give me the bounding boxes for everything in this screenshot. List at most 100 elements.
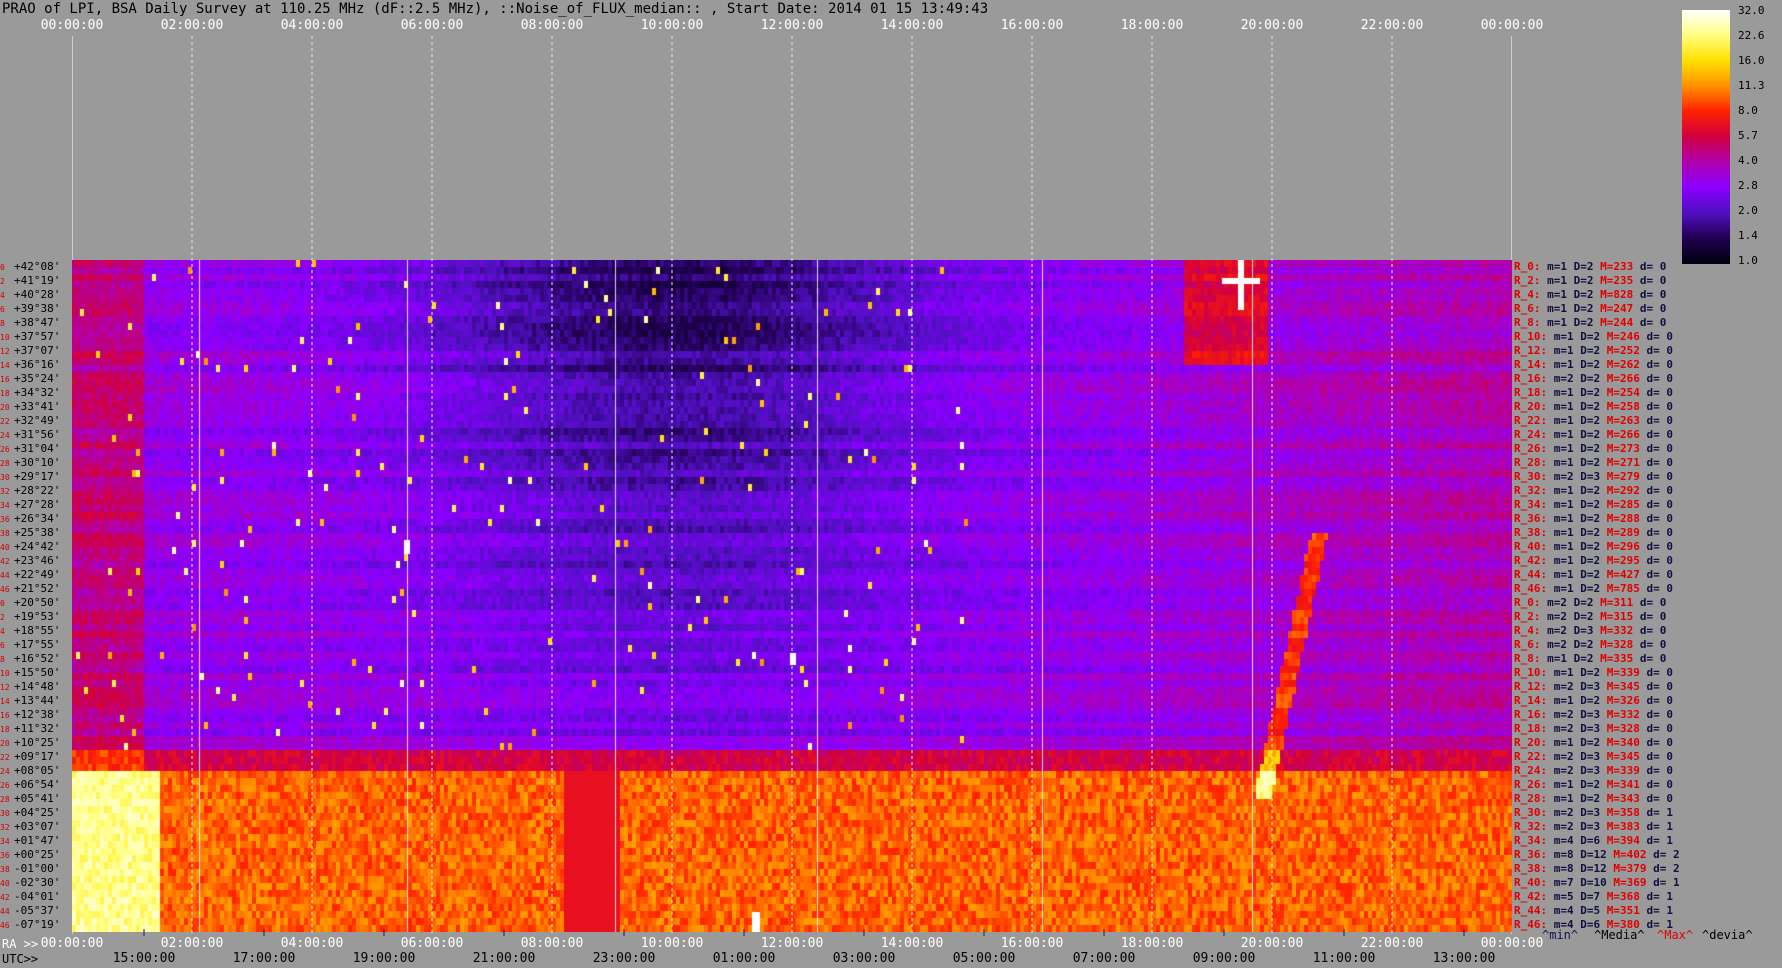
stat-row-name: R_42: — [1514, 554, 1548, 567]
stat-max: M=358 — [1606, 806, 1640, 819]
row-index: 12 — [0, 683, 10, 692]
row-index: 26 — [0, 445, 10, 454]
stat-max: M=233 — [1600, 260, 1634, 273]
colorbar-tick: 22.6 — [1738, 29, 1765, 42]
declination-label: 44 -05°37' — [0, 904, 72, 918]
declination-label: 12 +14°48' — [0, 680, 72, 694]
stat-max: M=335 — [1600, 652, 1634, 665]
colorbar-tick: 2.0 — [1738, 204, 1758, 217]
row-stat: R_44: m=4 D=5 M=351 d= 1 — [1514, 904, 1673, 918]
stat-min-median: m=1 D=2 — [1553, 526, 1601, 539]
row-index: 32 — [0, 487, 10, 496]
declination-label: 32 +28°22' — [0, 484, 72, 498]
stat-deviation: d= 0 — [1639, 596, 1667, 609]
declination-value: +14°48' — [14, 680, 61, 693]
row-index: 28 — [0, 795, 10, 804]
declination-value: -04°01' — [14, 890, 61, 903]
declination-label: 24 +31°56' — [0, 428, 72, 442]
stat-deviation: d= 0 — [1646, 456, 1673, 469]
declination-value: +37°57' — [14, 330, 61, 343]
stat-row-name: R_18: — [1514, 386, 1548, 399]
stat-max: M=340 — [1606, 736, 1640, 749]
stat-max: M=326 — [1606, 694, 1640, 707]
top-axis-tick: 02:00:00 — [160, 18, 224, 33]
utc-axis-tick: 17:00:00 — [232, 951, 296, 966]
row-stat: R_20: m=1 D=2 M=258 d= 0 — [1514, 400, 1673, 414]
declination-value: +31°04' — [14, 442, 61, 455]
row-index: 32 — [0, 823, 10, 832]
declination-label: 24 +08°05' — [0, 764, 72, 778]
stat-min-median: m=2 D=3 — [1553, 680, 1601, 693]
stat-min-median: m=1 D=2 — [1547, 260, 1594, 273]
declination-value: +17°55' — [14, 638, 61, 651]
stat-row-name: R_26: — [1514, 442, 1548, 455]
colorbar-tick: 5.7 — [1738, 129, 1758, 142]
declination-value: +39°38' — [14, 302, 61, 315]
declination-label: 44 +22°49' — [0, 568, 72, 582]
legend-max: ^Max^ — [1657, 928, 1694, 942]
row-stat: R_26: m=1 D=2 M=273 d= 0 — [1514, 442, 1673, 456]
stat-min-median: m=1 D=2 — [1553, 498, 1601, 511]
stat-min-median: m=1 D=2 — [1553, 386, 1601, 399]
row-stat: R_8: m=1 D=2 M=335 d= 0 — [1514, 652, 1666, 666]
declination-value: +35°24' — [14, 372, 61, 385]
declination-value: +41°19' — [14, 274, 61, 287]
stat-min-median: m=2 D=3 — [1553, 470, 1601, 483]
stat-min-median: m=4 D=6 — [1553, 834, 1601, 847]
top-axis-tick: 22:00:00 — [1360, 18, 1424, 33]
stat-row-name: R_12: — [1514, 344, 1548, 357]
stat-min-median: m=2 D=2 — [1547, 638, 1594, 651]
declination-value: +19°53' — [14, 610, 61, 623]
ra-axis-label: RA >> — [2, 937, 39, 951]
stat-max: M=351 — [1606, 904, 1640, 917]
row-stat: R_28: m=1 D=2 M=343 d= 0 — [1514, 792, 1673, 806]
declination-value: +27°28' — [14, 498, 61, 511]
stat-min-median: m=7 D=10 — [1553, 876, 1607, 889]
stat-max: M=235 — [1600, 274, 1634, 287]
row-stat: R_26: m=1 D=2 M=341 d= 0 — [1514, 778, 1673, 792]
stat-deviation: d= 0 — [1646, 792, 1673, 805]
stat-min-median: m=1 D=2 — [1553, 344, 1601, 357]
stat-row-name: R_14: — [1514, 694, 1548, 707]
declination-value: -01°00' — [14, 862, 61, 875]
stat-deviation: d= 0 — [1646, 750, 1673, 763]
stat-deviation: d= 0 — [1639, 624, 1667, 637]
row-index: 0 — [0, 599, 5, 608]
row-stat: R_2: m=1 D=2 M=235 d= 0 — [1514, 274, 1666, 288]
declination-label: 10 +37°57' — [0, 330, 72, 344]
stat-row-name: R_32: — [1514, 484, 1548, 497]
row-index: 46 — [0, 921, 10, 930]
stat-row-name: R_24: — [1514, 764, 1548, 777]
stat-min-median: m=1 D=2 — [1553, 400, 1601, 413]
stat-row-name: R_16: — [1514, 708, 1548, 721]
declination-value: +13°44' — [14, 694, 61, 707]
declination-value: +38°47' — [14, 316, 61, 329]
stat-row-name: R_34: — [1514, 498, 1548, 511]
stat-deviation: d= 0 — [1646, 680, 1673, 693]
stat-min-median: m=1 D=2 — [1547, 274, 1594, 287]
row-stat: R_38: m=8 D=12 M=379 d= 2 — [1514, 862, 1680, 876]
bottom-axis-tick: 06:00:00 — [400, 936, 464, 951]
bottom-axis-tick: 08:00:00 — [520, 936, 584, 951]
declination-value: +34°32' — [14, 386, 61, 399]
row-index: 10 — [0, 333, 10, 342]
row-index: 14 — [0, 361, 10, 370]
declination-value: +29°17' — [14, 470, 61, 483]
stat-min-median: m=2 D=3 — [1553, 722, 1601, 735]
stat-max: M=379 — [1613, 862, 1647, 875]
row-stat: R_28: m=1 D=2 M=271 d= 0 — [1514, 456, 1673, 470]
stat-max: M=383 — [1606, 820, 1640, 833]
row-stat: R_18: m=2 D=3 M=328 d= 0 — [1514, 722, 1673, 736]
stat-min-median: m=1 D=2 — [1553, 358, 1601, 371]
stat-row-name: R_6: — [1514, 638, 1541, 651]
row-stat: R_38: m=1 D=2 M=289 d= 0 — [1514, 526, 1673, 540]
declination-label: 30 +29°17' — [0, 470, 72, 484]
stat-deviation: d= 0 — [1646, 526, 1673, 539]
row-stat: R_14: m=1 D=2 M=326 d= 0 — [1514, 694, 1673, 708]
stat-max: M=296 — [1606, 540, 1640, 553]
row-stat: R_44: m=1 D=2 M=427 d= 0 — [1514, 568, 1673, 582]
declination-label: 6 +39°38' — [0, 302, 72, 316]
declination-value: +24°42' — [14, 540, 61, 553]
row-stat: R_24: m=2 D=3 M=339 d= 0 — [1514, 764, 1673, 778]
declination-label: 4 +40°28' — [0, 288, 72, 302]
